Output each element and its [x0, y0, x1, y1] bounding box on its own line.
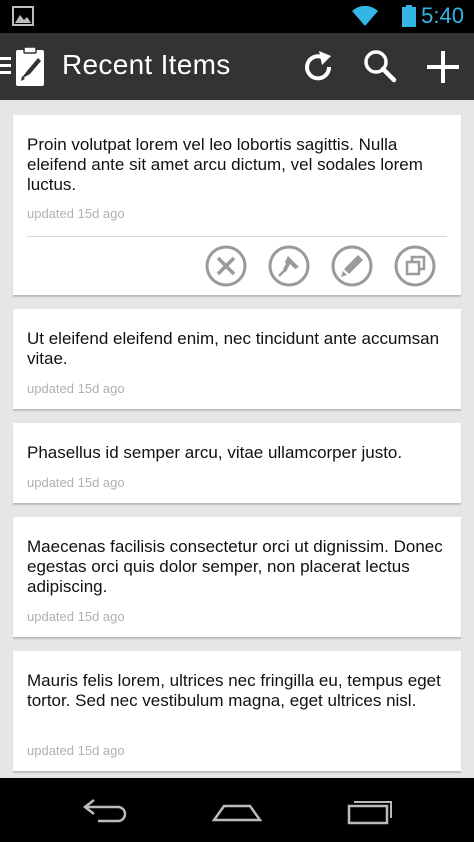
recent-apps-icon: [347, 801, 392, 825]
home-icon: [211, 804, 263, 822]
item-updated-label: updated 15d ago: [27, 381, 125, 396]
delete-icon: [205, 245, 247, 287]
delete-button[interactable]: [205, 245, 247, 287]
duplicate-icon: [394, 245, 436, 287]
list-item[interactable]: Proin volutpat lorem vel leo lobortis sa…: [13, 115, 461, 295]
app-home-button[interactable]: [0, 45, 52, 89]
system-nav-bar: [0, 778, 474, 842]
item-text: Proin volutpat lorem vel leo lobortis sa…: [27, 135, 423, 194]
item-updated-label: updated 15d ago: [27, 206, 125, 221]
status-bar: 5:40: [0, 0, 474, 33]
back-button[interactable]: [82, 794, 130, 826]
edit-icon: [331, 245, 373, 287]
search-icon: [364, 50, 397, 83]
status-time: 5:40: [421, 3, 464, 28]
item-text: Maecenas facilisis consectetur orci ut d…: [27, 537, 443, 596]
item-text: Ut eleifend eleifend enim, nec tincidunt…: [27, 329, 440, 368]
battery-icon: [402, 5, 416, 27]
add-button[interactable]: [423, 47, 463, 87]
list-item[interactable]: Ut eleifend eleifend enim, nec tincidunt…: [13, 309, 461, 409]
list-item[interactable]: Maecenas facilisis consectetur orci ut d…: [13, 517, 461, 637]
page-title: Recent Items: [62, 49, 231, 80]
action-bar: Recent Items: [0, 33, 474, 100]
search-button[interactable]: [360, 47, 400, 87]
list-item[interactable]: Mauris felis lorem, ultrices nec fringil…: [13, 651, 461, 771]
drawer-menu-icon: [0, 46, 44, 86]
refresh-button[interactable]: [298, 47, 338, 87]
pin-button[interactable]: [268, 245, 310, 287]
refresh-icon: [305, 51, 332, 81]
add-icon: [427, 51, 459, 83]
item-text: Mauris felis lorem, ultrices nec fringil…: [27, 671, 441, 710]
pin-icon: [268, 245, 310, 287]
home-button[interactable]: [211, 794, 263, 826]
item-updated-label: updated 15d ago: [27, 609, 125, 624]
edit-button[interactable]: [331, 245, 373, 287]
item-divider: [27, 236, 447, 237]
recent-apps-button[interactable]: [345, 794, 393, 826]
gallery-notification-icon: [12, 6, 34, 26]
wifi-icon: [352, 6, 378, 26]
item-text: Phasellus id semper arcu, vitae ullamcor…: [27, 443, 403, 462]
duplicate-button[interactable]: [394, 245, 436, 287]
list-item[interactable]: Phasellus id semper arcu, vitae ullamcor…: [13, 423, 461, 503]
item-updated-label: updated 15d ago: [27, 475, 125, 490]
back-icon: [82, 799, 127, 823]
item-updated-label: updated 15d ago: [27, 743, 125, 758]
